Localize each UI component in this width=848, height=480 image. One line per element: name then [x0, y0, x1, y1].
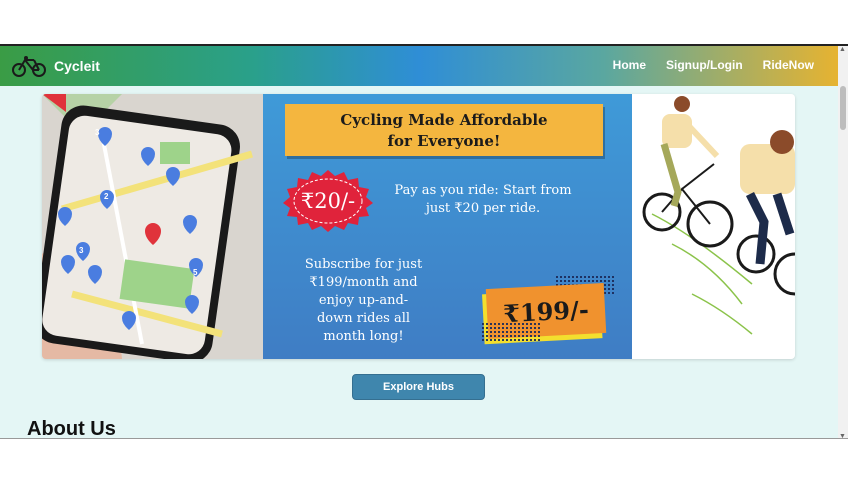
pay-as-you-ride-text: Pay as you ride: Start from just ₹20 per…	[388, 182, 578, 218]
pricing-panel: Cycling Made Affordable for Everyone! ₹2…	[263, 94, 632, 359]
subscribe-line-1: Subscribe for just	[304, 257, 423, 272]
nav-link-ridenow[interactable]: RideNow	[763, 58, 814, 72]
bottom-blank-area	[0, 438, 848, 480]
dot-pattern	[481, 322, 541, 342]
headline-box: Cycling Made Affordable for Everyone!	[285, 104, 603, 156]
subscribe-line-5: month long!	[323, 329, 404, 344]
map-pin-label: 3	[79, 246, 84, 255]
headline-line-2: for Everyone!	[387, 132, 501, 150]
brand-name: Cycleit	[54, 58, 100, 74]
nav-links: Home Signup/Login RideNow	[613, 58, 814, 72]
vertical-scrollbar[interactable]: ▲ ▼	[838, 46, 848, 438]
price-badge: ₹20/-	[283, 170, 373, 232]
map-pin-label: 5	[193, 268, 198, 277]
subscribe-line-3: enjoy up-and-	[318, 293, 409, 308]
subscribe-line-4: down rides all	[316, 311, 411, 326]
brand[interactable]: Cycleit	[12, 54, 100, 78]
map-pin-label: 3	[95, 128, 100, 137]
navbar: Cycleit Home Signup/Login RideNow	[0, 46, 838, 86]
top-blank-area	[0, 0, 848, 44]
subscribe-line-2: ₹199/month and	[309, 275, 418, 290]
bicycle-icon	[12, 56, 46, 77]
payg-line-2: just ₹20 per ride.	[425, 201, 541, 216]
explore-hubs-button[interactable]: Explore Hubs	[352, 374, 485, 400]
cyclists-illustration	[632, 94, 795, 359]
browser-viewport: Cycleit Home Signup/Login RideNow 3 2 3 …	[0, 44, 848, 438]
payg-line-1: Pay as you ride: Start from	[394, 183, 572, 198]
nav-link-signup-login[interactable]: Signup/Login	[666, 58, 743, 72]
phone-map-image: 3 2 3 5	[42, 94, 263, 359]
hero-banner: 3 2 3 5 Cycling Made Affordable for Ever…	[42, 94, 795, 359]
price-badge-text: ₹20/-	[300, 189, 356, 213]
headline-line-1: Cycling Made Affordable	[340, 111, 548, 129]
map-pin-label: 2	[104, 192, 109, 201]
scrollbar-thumb[interactable]	[840, 86, 846, 130]
nav-link-home[interactable]: Home	[613, 58, 646, 72]
about-us-heading: About Us	[27, 418, 116, 438]
subscription-text: Subscribe for just ₹199/month and enjoy …	[291, 256, 436, 346]
scroll-up-arrow-icon[interactable]: ▲	[839, 46, 846, 53]
